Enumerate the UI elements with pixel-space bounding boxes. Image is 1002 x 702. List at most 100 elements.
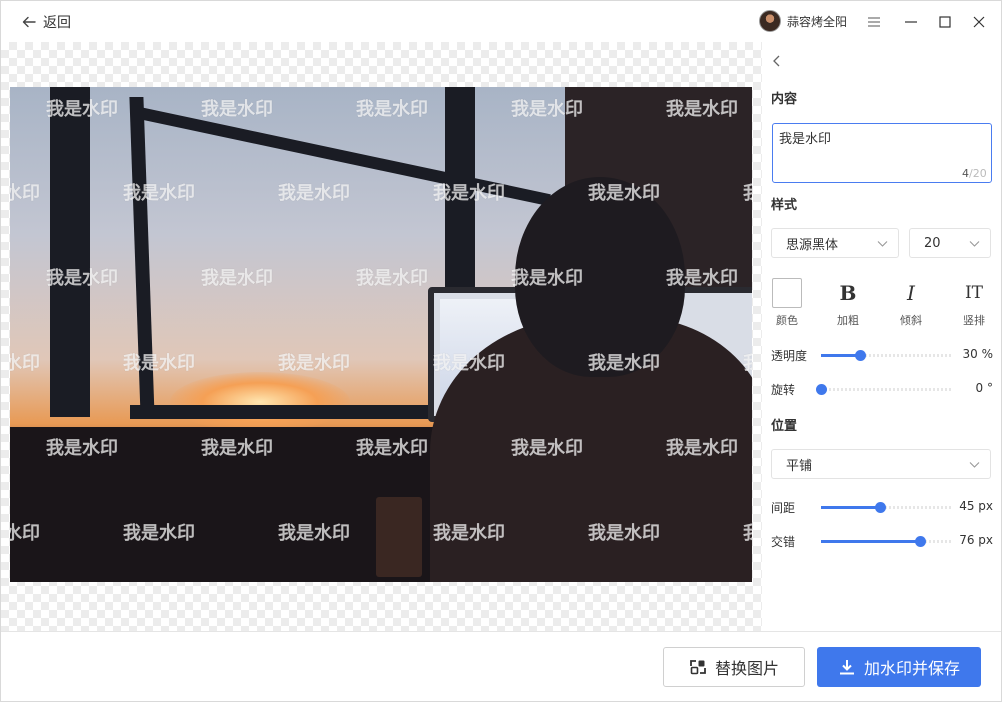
watermark-text: 我是水印 [356, 438, 428, 459]
watermark-text: 我是水印 [10, 183, 40, 204]
stagger-slider[interactable] [821, 536, 951, 547]
watermark-text: 我是水印 [588, 183, 660, 204]
preview-image: 我是水印我是水印我是水印我是水印我是水印我是水印我是水印我是水印我是水印我是水印… [10, 87, 752, 582]
rotation-slider[interactable] [816, 384, 951, 395]
watermark-text: 我是水印 [123, 523, 195, 544]
watermark-text: 我是水印 [123, 353, 195, 374]
hamburger-menu-icon [868, 17, 880, 27]
opacity-slider[interactable] [821, 350, 951, 361]
preview-canvas: 我是水印我是水印我是水印我是水印我是水印我是水印我是水印我是水印我是水印我是水印… [1, 42, 762, 631]
chevron-left-icon[interactable] [770, 54, 784, 68]
style-toolbar: 颜色 B 加粗 I 倾斜 ⅠT 竖排 [771, 278, 993, 330]
close-icon [973, 16, 985, 28]
spacing-value: 45 px [959, 499, 993, 513]
sunset-glow [170, 372, 350, 432]
bold-tool-label: 加粗 [837, 314, 859, 327]
watermark-text: 我是水印 [588, 353, 660, 374]
stagger-slider-fill [821, 540, 920, 543]
chevron-down-icon [969, 241, 980, 247]
opacity-value: 30 % [962, 347, 994, 361]
char-counter: 4/20 [962, 167, 987, 180]
vertical-text-icon: ⅠT [964, 283, 984, 303]
opacity-slider-thumb[interactable] [855, 350, 866, 361]
char-max: /20 [969, 167, 987, 180]
opacity-label: 透明度 [771, 349, 808, 363]
spacing-slider[interactable] [821, 502, 951, 513]
position-heading: 位置 [771, 419, 798, 434]
watermark-text: 我是水印 [201, 99, 273, 120]
minimize-icon [905, 21, 917, 23]
watermark-text: 我是水印 [743, 179, 752, 205]
bold-icon: B [839, 281, 857, 305]
watermark-text: 我是水印 [278, 353, 350, 374]
watermark-text: 我是水印 [278, 183, 350, 204]
rotation-label: 旋转 [771, 383, 796, 397]
watermark-text: 我是水印 [46, 268, 118, 289]
watermark-text: 我是水印 [743, 519, 752, 545]
watermark-text: 我是水印 [433, 183, 505, 204]
close-button[interactable] [971, 14, 987, 30]
maximize-icon [939, 16, 951, 28]
watermark-text: 我是水印 [46, 99, 118, 120]
replace-image-label: 替换图片 [714, 659, 779, 678]
watermark-text: 我是水印 [201, 268, 273, 289]
layout-mode-value: 平铺 [786, 458, 813, 474]
watermark-text: 我是水印 [433, 523, 505, 544]
bold-tool[interactable]: B 加粗 [823, 278, 873, 328]
font-family-select[interactable]: 思源黑体 [771, 228, 899, 258]
watermark-text: 我是水印 [123, 183, 195, 204]
italic-tool-label: 倾斜 [900, 314, 922, 327]
layout-mode-select[interactable]: 平铺 [771, 449, 991, 479]
watermark-text-input[interactable] [772, 123, 992, 183]
watermark-text: 我是水印 [356, 268, 428, 289]
watermark-text: 我是水印 [666, 99, 738, 120]
watermark-text: 我是水印 [666, 268, 738, 289]
window-frame [130, 405, 440, 419]
watermark-text: 我是水印 [433, 353, 505, 374]
window-frame [50, 87, 90, 417]
font-size-value: 20 [924, 235, 941, 251]
watermark-text: 我是水印 [278, 523, 350, 544]
watermark-text: 我是水印 [201, 438, 273, 459]
italic-tool[interactable]: I 倾斜 [886, 278, 936, 328]
user-name: 蒜容烤全阳 [787, 14, 848, 29]
stagger-value: 76 px [959, 533, 993, 547]
watermark-text: 我是水印 [743, 349, 752, 375]
watermark-text: 我是水印 [511, 99, 583, 120]
rotation-slider-thumb[interactable] [816, 384, 827, 395]
menu-button[interactable] [866, 14, 882, 30]
spacing-label: 间距 [771, 501, 796, 515]
cup [376, 497, 422, 577]
watermark-text: 我是水印 [666, 438, 738, 459]
user-profile[interactable]: 蒜容烤全阳 [759, 10, 847, 32]
settings-panel: 内容 4/20 样式 思源黑体 20 颜色 B 加粗 I 倾斜 [762, 42, 1001, 631]
style-heading: 样式 [771, 198, 798, 213]
color-swatch[interactable] [772, 278, 802, 308]
font-family-value: 思源黑体 [786, 237, 839, 253]
avatar [759, 10, 781, 32]
font-size-select[interactable]: 20 [909, 228, 991, 258]
add-watermark-save-button[interactable]: 加水印并保存 [817, 647, 981, 687]
watermark-text: 我是水印 [10, 353, 40, 374]
spacing-slider-fill [821, 506, 880, 509]
replace-image-button[interactable]: 替换图片 [663, 647, 805, 687]
color-tool[interactable]: 颜色 [762, 278, 812, 328]
vertical-text-tool[interactable]: ⅠT 竖排 [949, 278, 999, 328]
watermark-text: 我是水印 [356, 99, 428, 120]
download-icon [839, 660, 854, 675]
arrow-left-icon [22, 16, 36, 28]
watermark-text: 我是水印 [46, 438, 118, 459]
watermark-text: 我是水印 [511, 438, 583, 459]
watermark-text: 我是水印 [588, 523, 660, 544]
content-heading: 内容 [771, 92, 798, 107]
spacing-slider-thumb[interactable] [874, 502, 886, 513]
back-button[interactable]: 返回 [21, 12, 71, 32]
replace-image-icon [690, 660, 706, 675]
minimize-button[interactable] [903, 14, 919, 30]
stagger-label: 交错 [771, 535, 796, 549]
color-tool-label: 颜色 [776, 314, 798, 327]
stagger-slider-thumb[interactable] [914, 536, 926, 547]
chevron-down-icon [969, 462, 980, 468]
watermark-text: 我是水印 [511, 268, 583, 289]
maximize-button[interactable] [937, 14, 953, 30]
